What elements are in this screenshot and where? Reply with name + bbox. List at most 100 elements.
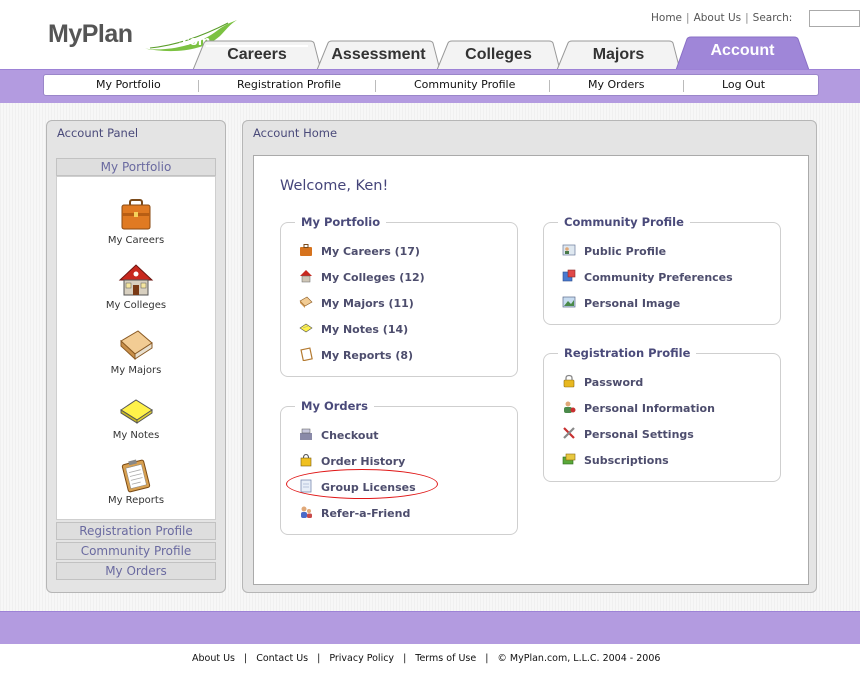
link-refer-a-friend[interactable]: Refer-a-Friend: [299, 505, 410, 520]
link-label: My Notes (14): [321, 323, 409, 336]
account-subnav: My Portfolio Registration Profile Commun…: [43, 74, 819, 96]
panel-item-label: My Majors: [110, 365, 162, 376]
tab-careers[interactable]: Careers: [192, 40, 322, 70]
link-public-profile[interactable]: Public Profile: [562, 243, 666, 258]
footer-band: [0, 611, 860, 644]
link-my-notes[interactable]: My Notes (14): [299, 321, 408, 336]
link-personal-image[interactable]: Personal Image: [562, 295, 680, 310]
account-home-title: Account Home: [253, 126, 338, 140]
link-label: My Reports (8): [321, 349, 414, 362]
panel-header-community-profile[interactable]: Community Profile: [56, 542, 216, 560]
notepad-icon: [299, 323, 313, 333]
tools-icon: [563, 427, 575, 439]
link-my-majors[interactable]: My Majors (11): [299, 295, 414, 310]
link-label: Personal Image: [584, 297, 681, 310]
community-profile-box-title: Community Profile: [558, 215, 690, 229]
briefcase-icon: [121, 199, 151, 230]
preferences-icon: [562, 269, 576, 282]
account-panel: Account Panel My Portfolio My Careers My…: [46, 120, 226, 593]
portfolio-icon-list: My Careers My Colleges My Majors My Note…: [56, 176, 216, 520]
padlock-icon: [563, 374, 575, 388]
subnav-divider: [375, 80, 376, 92]
link-community-preferences[interactable]: Community Preferences: [562, 269, 733, 284]
book-icon: [299, 296, 313, 308]
notepad-icon: [120, 399, 153, 424]
profile-card-icon: [562, 244, 576, 256]
panel-header-my-portfolio[interactable]: My Portfolio: [56, 158, 216, 176]
account-home-panel: Account Home Welcome, Ken! My Portfolio …: [242, 120, 817, 593]
link-my-reports[interactable]: My Reports (8): [299, 347, 413, 362]
link-label: Checkout: [321, 429, 379, 442]
link-password[interactable]: Password: [562, 374, 643, 389]
footer-privacy-policy-link[interactable]: Privacy Policy: [329, 653, 394, 664]
tab-colleges-label: Colleges: [465, 46, 532, 63]
clipboard-icon: [121, 459, 151, 493]
about-us-link[interactable]: About Us: [694, 12, 742, 24]
panel-item-my-careers[interactable]: My Careers: [57, 197, 215, 246]
link-label: Refer-a-Friend: [321, 507, 411, 520]
registration-profile-box: Registration Profile Password Personal I…: [543, 346, 781, 482]
subnav-log-out[interactable]: Log Out: [722, 78, 765, 91]
link-label: Public Profile: [584, 245, 667, 258]
main-tabs: Careers Assessment Colleges Majors Accou…: [0, 36, 860, 70]
panel-item-my-notes[interactable]: My Notes: [57, 392, 215, 441]
my-orders-box: My Orders Checkout Order History Group L…: [280, 399, 518, 535]
link-label: Order History: [321, 455, 406, 468]
subnav-my-portfolio[interactable]: My Portfolio: [96, 78, 161, 91]
link-my-careers[interactable]: My Careers (17): [299, 243, 420, 258]
my-portfolio-box-title: My Portfolio: [295, 215, 387, 229]
link-label: Personal Settings: [584, 428, 694, 441]
welcome-heading: Welcome, Ken!: [280, 178, 389, 194]
panel-header-my-orders[interactable]: My Orders: [56, 562, 216, 580]
panel-item-label: My Notes: [112, 430, 160, 441]
link-label: Subscriptions: [584, 454, 669, 467]
home-link[interactable]: Home: [651, 12, 682, 24]
my-portfolio-box: My Portfolio My Careers (17) My Colleges…: [280, 215, 518, 377]
panel-item-my-reports[interactable]: My Reports: [57, 457, 215, 506]
footer-contact-us-link[interactable]: Contact Us: [256, 653, 308, 664]
footer-copyright: © MyPlan.com, L.L.C. 2004 - 2006: [497, 653, 661, 664]
people-icon: [301, 506, 312, 518]
panel-item-my-colleges[interactable]: My Colleges: [57, 262, 215, 311]
search-label: Search:: [752, 12, 793, 24]
tab-careers-label: Careers: [227, 46, 287, 63]
panel-item-label: My Careers: [107, 235, 165, 246]
account-panel-title: Account Panel: [57, 126, 139, 140]
link-label: My Colleges (12): [321, 271, 425, 284]
footer-links: About Us | Contact Us | Privacy Policy | Terms…: [192, 653, 661, 664]
shopping-bag-icon: [300, 453, 312, 467]
panel-item-label: My Reports: [107, 495, 165, 506]
panel-item-my-majors[interactable]: My Majors: [57, 327, 215, 376]
panel-header-registration-profile[interactable]: Registration Profile: [56, 522, 216, 540]
link-order-history[interactable]: Order History: [299, 453, 405, 468]
account-home-content: Welcome, Ken! My Portfolio My Careers (1…: [253, 155, 809, 585]
book-icon: [120, 330, 153, 361]
link-checkout[interactable]: Checkout: [299, 427, 379, 442]
subscription-icon: [562, 453, 576, 465]
link-label: My Majors (11): [321, 297, 414, 310]
link-label: My Careers (17): [321, 245, 420, 258]
subnav-my-orders[interactable]: My Orders: [588, 78, 645, 91]
schoolhouse-icon: [118, 264, 154, 296]
panel-item-label: My Colleges: [105, 300, 167, 311]
subnav-community-profile[interactable]: Community Profile: [414, 78, 515, 91]
tab-assessment-label: Assessment: [331, 46, 426, 63]
tab-colleges[interactable]: Colleges: [436, 40, 561, 70]
link-subscriptions[interactable]: Subscriptions: [562, 452, 669, 467]
schoolhouse-icon: [300, 270, 312, 283]
my-orders-box-title: My Orders: [295, 399, 374, 413]
tab-account[interactable]: Account: [675, 36, 810, 70]
tab-assessment[interactable]: Assessment: [316, 40, 441, 70]
link-personal-information[interactable]: Personal Information: [562, 400, 715, 415]
link-label: Password: [584, 376, 644, 389]
community-profile-box: Community Profile Public Profile Communi…: [543, 215, 781, 325]
tab-majors[interactable]: Majors: [556, 40, 681, 70]
footer-about-us-link[interactable]: About Us: [192, 653, 235, 664]
footer-terms-of-use-link[interactable]: Terms of Use: [415, 653, 476, 664]
link-personal-settings[interactable]: Personal Settings: [562, 426, 694, 441]
link-my-colleges[interactable]: My Colleges (12): [299, 269, 425, 284]
link-group-licenses[interactable]: Group Licenses: [299, 479, 416, 494]
license-document-icon: [300, 479, 312, 493]
subnav-registration-profile[interactable]: Registration Profile: [237, 78, 341, 91]
search-input[interactable]: [809, 10, 860, 27]
